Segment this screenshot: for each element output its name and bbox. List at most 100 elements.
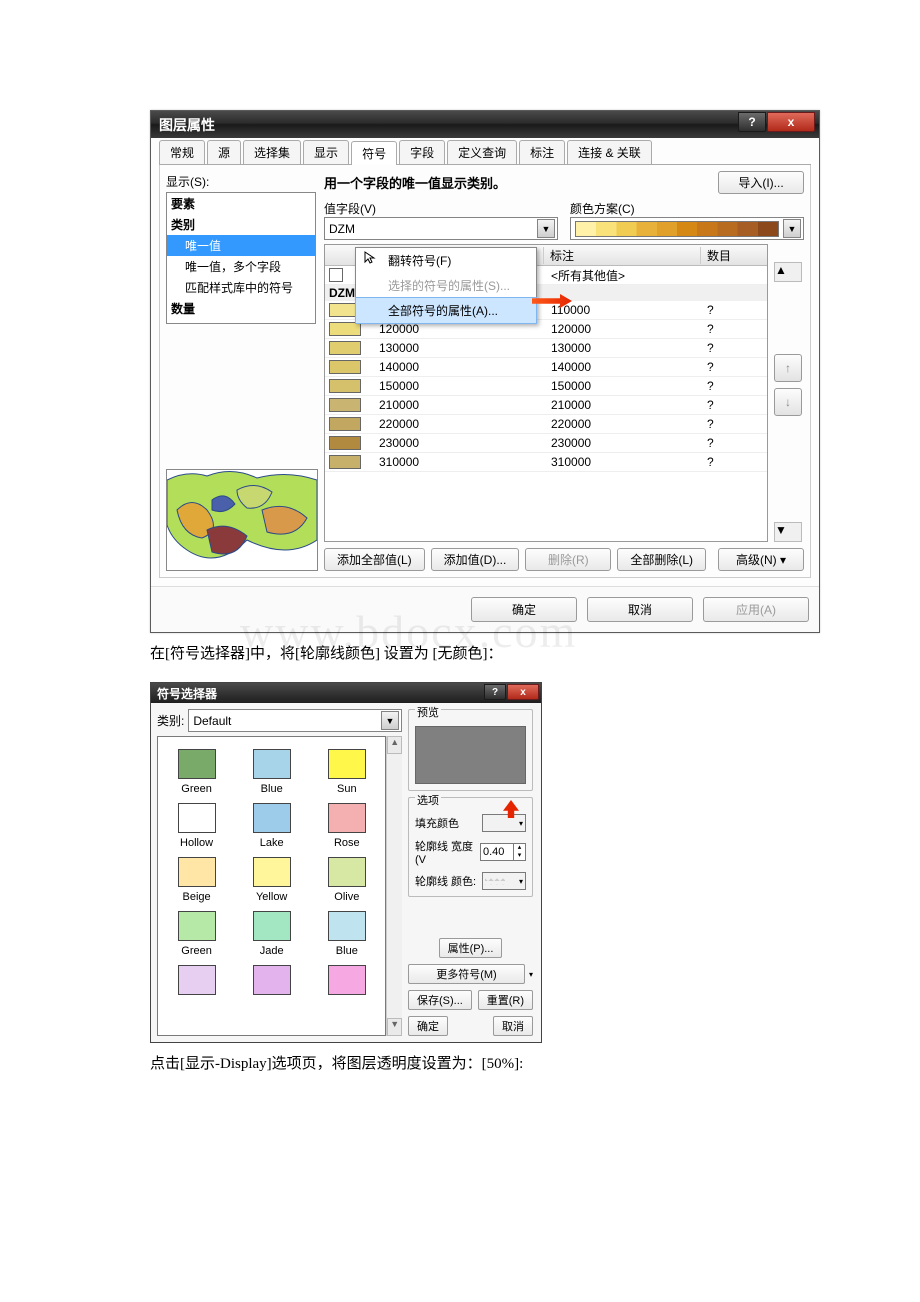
symbol-cell[interactable]: Hollow — [170, 803, 223, 849]
properties-button[interactable]: 属性(P)... — [439, 938, 503, 958]
show-tree[interactable]: 要素 类别 唯一值 唯一值，多个字段 匹配样式库中的符号 数量 图表 多个属性 — [166, 192, 316, 324]
symbol-swatch — [253, 911, 291, 941]
close-button[interactable]: x — [767, 112, 815, 132]
save-button[interactable]: 保存(S)... — [408, 990, 472, 1010]
tree-unique-values[interactable]: 唯一值 — [167, 235, 315, 256]
add-all-values-button[interactable]: 添加全部值(L) — [324, 548, 425, 571]
color-ramp-dropdown[interactable]: ▼ — [570, 217, 804, 240]
close-button[interactable]: x — [507, 684, 539, 700]
symbol-cell[interactable]: Yellow — [245, 857, 298, 903]
symbol-swatch — [178, 803, 216, 833]
tab-display[interactable]: 显示 — [303, 140, 349, 164]
menu-flip-symbols[interactable]: 翻转符号(F) — [356, 248, 536, 273]
symbol-context-menu: 翻转符号(F) 选择的符号的属性(S)... 全部符号的属性(A)... — [355, 247, 537, 324]
symbol-swatch[interactable] — [329, 417, 361, 431]
symbol-name: Jade — [260, 945, 284, 957]
ok-button[interactable]: 确定 — [408, 1016, 448, 1036]
tab-defquery[interactable]: 定义查询 — [447, 140, 517, 164]
cancel-button[interactable]: 取消 — [493, 1016, 533, 1036]
help-button[interactable]: ? — [738, 112, 766, 132]
tab-labels[interactable]: 标注 — [519, 140, 565, 164]
symbol-cell[interactable]: Blue — [320, 911, 373, 957]
symbol-cell[interactable]: Lake — [245, 803, 298, 849]
move-up-button[interactable]: ↑ — [774, 354, 802, 382]
symbol-cell[interactable]: Jade — [245, 911, 298, 957]
symbol-swatch[interactable] — [329, 398, 361, 412]
symbol-swatch — [178, 965, 216, 995]
reset-button[interactable]: 重置(R) — [478, 990, 533, 1010]
dialog2-titlebar: 符号选择器 ? x — [151, 683, 541, 703]
tab-joins[interactable]: 连接 & 关联 — [567, 140, 652, 164]
tab-fields[interactable]: 字段 — [399, 140, 445, 164]
value-field-label: 值字段(V) — [324, 200, 558, 217]
ok-button[interactable]: 确定 — [471, 597, 577, 622]
symbol-swatch[interactable] — [329, 436, 361, 450]
dialog2-title: 符号选择器 — [157, 685, 217, 702]
tab-symbology[interactable]: 符号 — [351, 141, 397, 165]
symbol-cell[interactable]: Rose — [320, 803, 373, 849]
move-down-button[interactable]: ↓ — [774, 388, 802, 416]
scroll-up-icon[interactable]: ▲ — [387, 736, 402, 754]
scroll-up-icon[interactable]: ▲ — [774, 262, 802, 282]
row-value: 210000 — [373, 398, 545, 412]
advanced-button[interactable]: 高级(N) ▾ — [718, 548, 804, 571]
preview-map — [166, 469, 318, 571]
remove-all-button[interactable]: 全部删除(L) — [617, 548, 706, 571]
category-dropdown[interactable]: Default ▼ — [188, 709, 402, 732]
cursor-icon — [364, 251, 378, 265]
symbol-grid[interactable]: Green Blue Sun Hollow Lake Rose Beige Yellow Oli… — [157, 736, 386, 1036]
symbol-swatch[interactable] — [329, 341, 361, 355]
symbol-swatch[interactable] — [329, 379, 361, 393]
symbol-cell[interactable]: Blue — [245, 749, 298, 795]
outline-color-button[interactable]: ▾ — [482, 872, 526, 890]
symbol-cell[interactable]: Green — [170, 749, 223, 795]
tree-match-style[interactable]: 匹配样式库中的符号 — [167, 277, 315, 298]
symbol-cell[interactable]: Olive — [320, 857, 373, 903]
symbol-swatch[interactable] — [329, 360, 361, 374]
symbol-cell[interactable] — [320, 965, 373, 999]
add-values-button[interactable]: 添加值(D)... — [431, 548, 520, 571]
table-row[interactable]: 130000130000? — [325, 339, 767, 358]
import-button[interactable]: 导入(I)... — [718, 171, 804, 194]
category-label: 类别: — [157, 712, 184, 729]
symbol-cell[interactable]: Beige — [170, 857, 223, 903]
outline-width-input[interactable] — [481, 844, 513, 860]
fill-color-button[interactable]: ▾ — [482, 814, 526, 832]
outline-width-spinner[interactable]: ▴▾ — [480, 843, 526, 861]
tab-general[interactable]: 常规 — [159, 140, 205, 164]
table-row[interactable]: 220000220000? — [325, 415, 767, 434]
instruction-paragraph-2: 点击[显示-Display]选项页，将图层透明度设置为：[50%]: — [150, 1043, 818, 1088]
row-label: 310000 — [545, 455, 701, 469]
menu-all-symbol-props[interactable]: 全部符号的属性(A)... — [356, 298, 536, 323]
symbol-cell[interactable] — [170, 965, 223, 999]
value-field-dropdown[interactable]: DZM ▼ — [324, 217, 558, 240]
symbol-swatch[interactable] — [329, 455, 361, 469]
tab-source[interactable]: 源 — [207, 140, 241, 164]
dialog-footer: 确定 取消 应用(A) — [151, 586, 819, 632]
help-button[interactable]: ? — [484, 684, 506, 700]
scroll-down-icon[interactable]: ▼ — [387, 1018, 402, 1036]
tree-features[interactable]: 要素 — [167, 193, 315, 214]
symbol-name: Beige — [182, 891, 210, 903]
row-value: 310000 — [373, 455, 545, 469]
table-row[interactable]: 150000150000? — [325, 377, 767, 396]
value-field-value: DZM — [329, 222, 355, 236]
tree-unique-values-many[interactable]: 唯一值，多个字段 — [167, 256, 315, 277]
symbol-cell[interactable]: Green — [170, 911, 223, 957]
row-count: ? — [701, 360, 767, 374]
table-row[interactable]: 140000140000? — [325, 358, 767, 377]
tree-categories[interactable]: 类别 — [167, 214, 315, 235]
tab-selection[interactable]: 选择集 — [243, 140, 301, 164]
checkbox-icon[interactable] — [329, 268, 343, 282]
symbol-swatch[interactable] — [329, 322, 361, 336]
table-row[interactable]: 310000310000? — [325, 453, 767, 472]
tree-quantities[interactable]: 数量 — [167, 298, 315, 319]
more-symbols-button[interactable]: 更多符号(M) — [408, 964, 525, 984]
cancel-button[interactable]: 取消 — [587, 597, 693, 622]
symbol-cell[interactable] — [245, 965, 298, 999]
symbol-cell[interactable]: Sun — [320, 749, 373, 795]
row-value: 140000 — [373, 360, 545, 374]
table-row[interactable]: 210000210000? — [325, 396, 767, 415]
scroll-down-icon[interactable]: ▼ — [774, 522, 802, 542]
table-row[interactable]: 230000230000? — [325, 434, 767, 453]
